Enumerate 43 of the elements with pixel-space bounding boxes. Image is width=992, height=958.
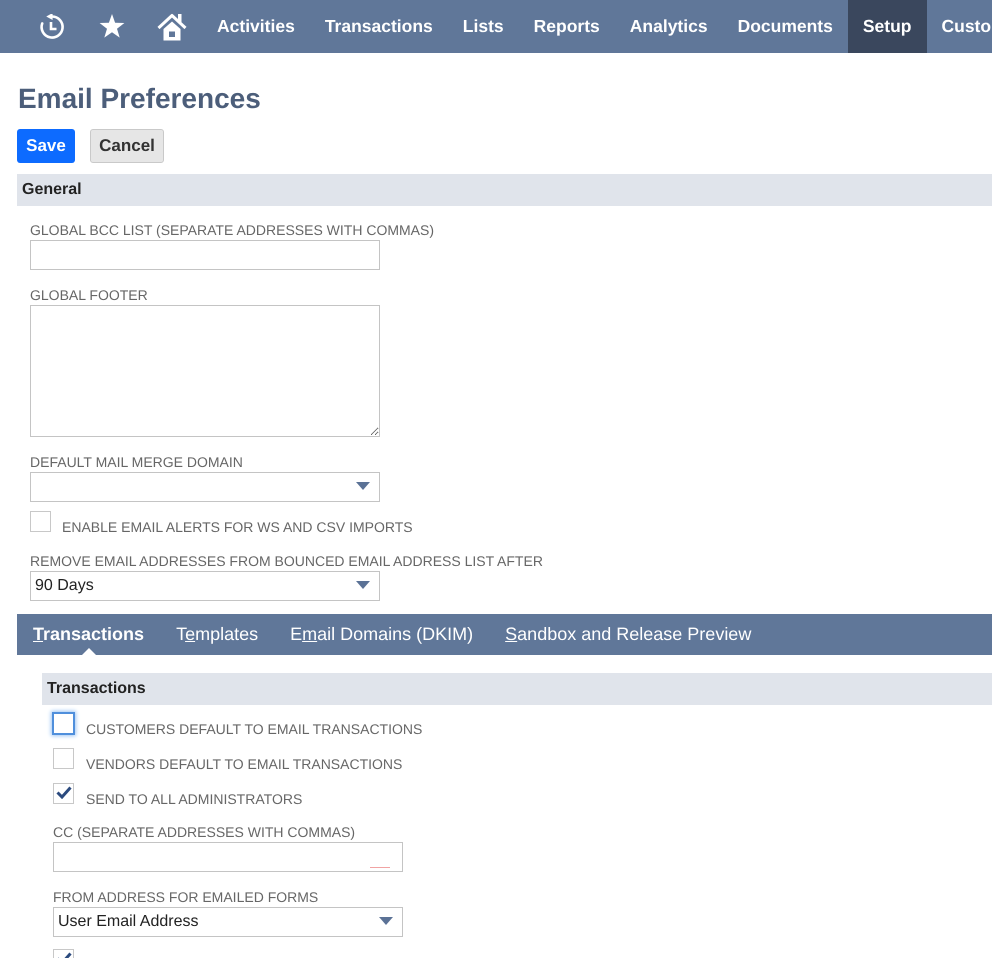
text-field[interactable] (30, 240, 380, 270)
save-button[interactable]: Save (17, 129, 75, 163)
checkbox-label: ENABLE EMAIL ALERTS FOR WS AND CSV IMPORTS (62, 519, 413, 535)
field-label: GLOBAL FOOTER (30, 287, 148, 303)
nav-menu-item[interactable]: Activities (202, 0, 310, 53)
nav-menu-item[interactable]: Custo (926, 0, 992, 53)
field-label: GLOBAL BCC LIST (SEPARATE ADDRESSES WITH COMMAS) (30, 222, 434, 238)
field-label: DEFAULT MAIL MERGE DOMAIN (30, 454, 243, 470)
checkmark-icon (56, 786, 72, 799)
field-label: FROM ADDRESS FOR EMAILED FORMS (53, 889, 318, 905)
dropdown-field[interactable] (30, 472, 380, 502)
checkbox[interactable] (53, 783, 74, 804)
section-header: General (17, 174, 992, 206)
tab[interactable]: Transactions (17, 614, 160, 655)
star-icon[interactable] (99, 14, 125, 39)
history-icon[interactable] (39, 14, 65, 40)
dropdown-field[interactable]: User Email Address (53, 907, 403, 937)
checkbox[interactable] (30, 511, 51, 532)
dropdown-field[interactable]: 90 Days (30, 571, 380, 601)
checkbox[interactable] (53, 748, 74, 769)
tab[interactable]: Sandbox and Release Preview (489, 614, 768, 655)
field-label: CC (SEPARATE ADDRESSES WITH COMMAS) (53, 824, 356, 840)
caret-icon (356, 482, 370, 490)
nav-menu-item[interactable]: Lists (448, 0, 519, 53)
checkbox-label: SEND TO ALL ADMINISTRATORS (86, 791, 302, 807)
text-area[interactable] (30, 305, 380, 437)
caret-icon (356, 581, 370, 589)
text-field[interactable] (53, 842, 403, 872)
page-title: Email Preferences (18, 82, 262, 116)
nav-menu-item[interactable]: Reports (518, 0, 615, 53)
section-header: Transactions (42, 673, 992, 705)
checkbox-label: VENDORS DEFAULT TO EMAIL TRANSACTIONS (86, 756, 402, 772)
nav-menu-item[interactable]: Analytics (614, 0, 723, 53)
cancel-button[interactable]: Cancel (90, 129, 164, 163)
field-label: REMOVE EMAIL ADDRESSES FROM BOUNCED EMAIL ADDRESS LIST AFTER (30, 553, 543, 569)
tab[interactable]: Templates (160, 614, 274, 655)
nav-menu-item[interactable]: Setup (848, 0, 926, 53)
caret-icon (379, 917, 393, 925)
tab[interactable]: Email Domains (DKIM) (274, 614, 490, 655)
checkbox-label: CUSTOMERS DEFAULT TO EMAIL TRANSACTIONS (86, 721, 422, 737)
nav-menu-item[interactable]: Transactions (310, 0, 448, 53)
nav-menu-item[interactable]: Documents (722, 0, 848, 53)
home-icon[interactable] (157, 12, 187, 40)
